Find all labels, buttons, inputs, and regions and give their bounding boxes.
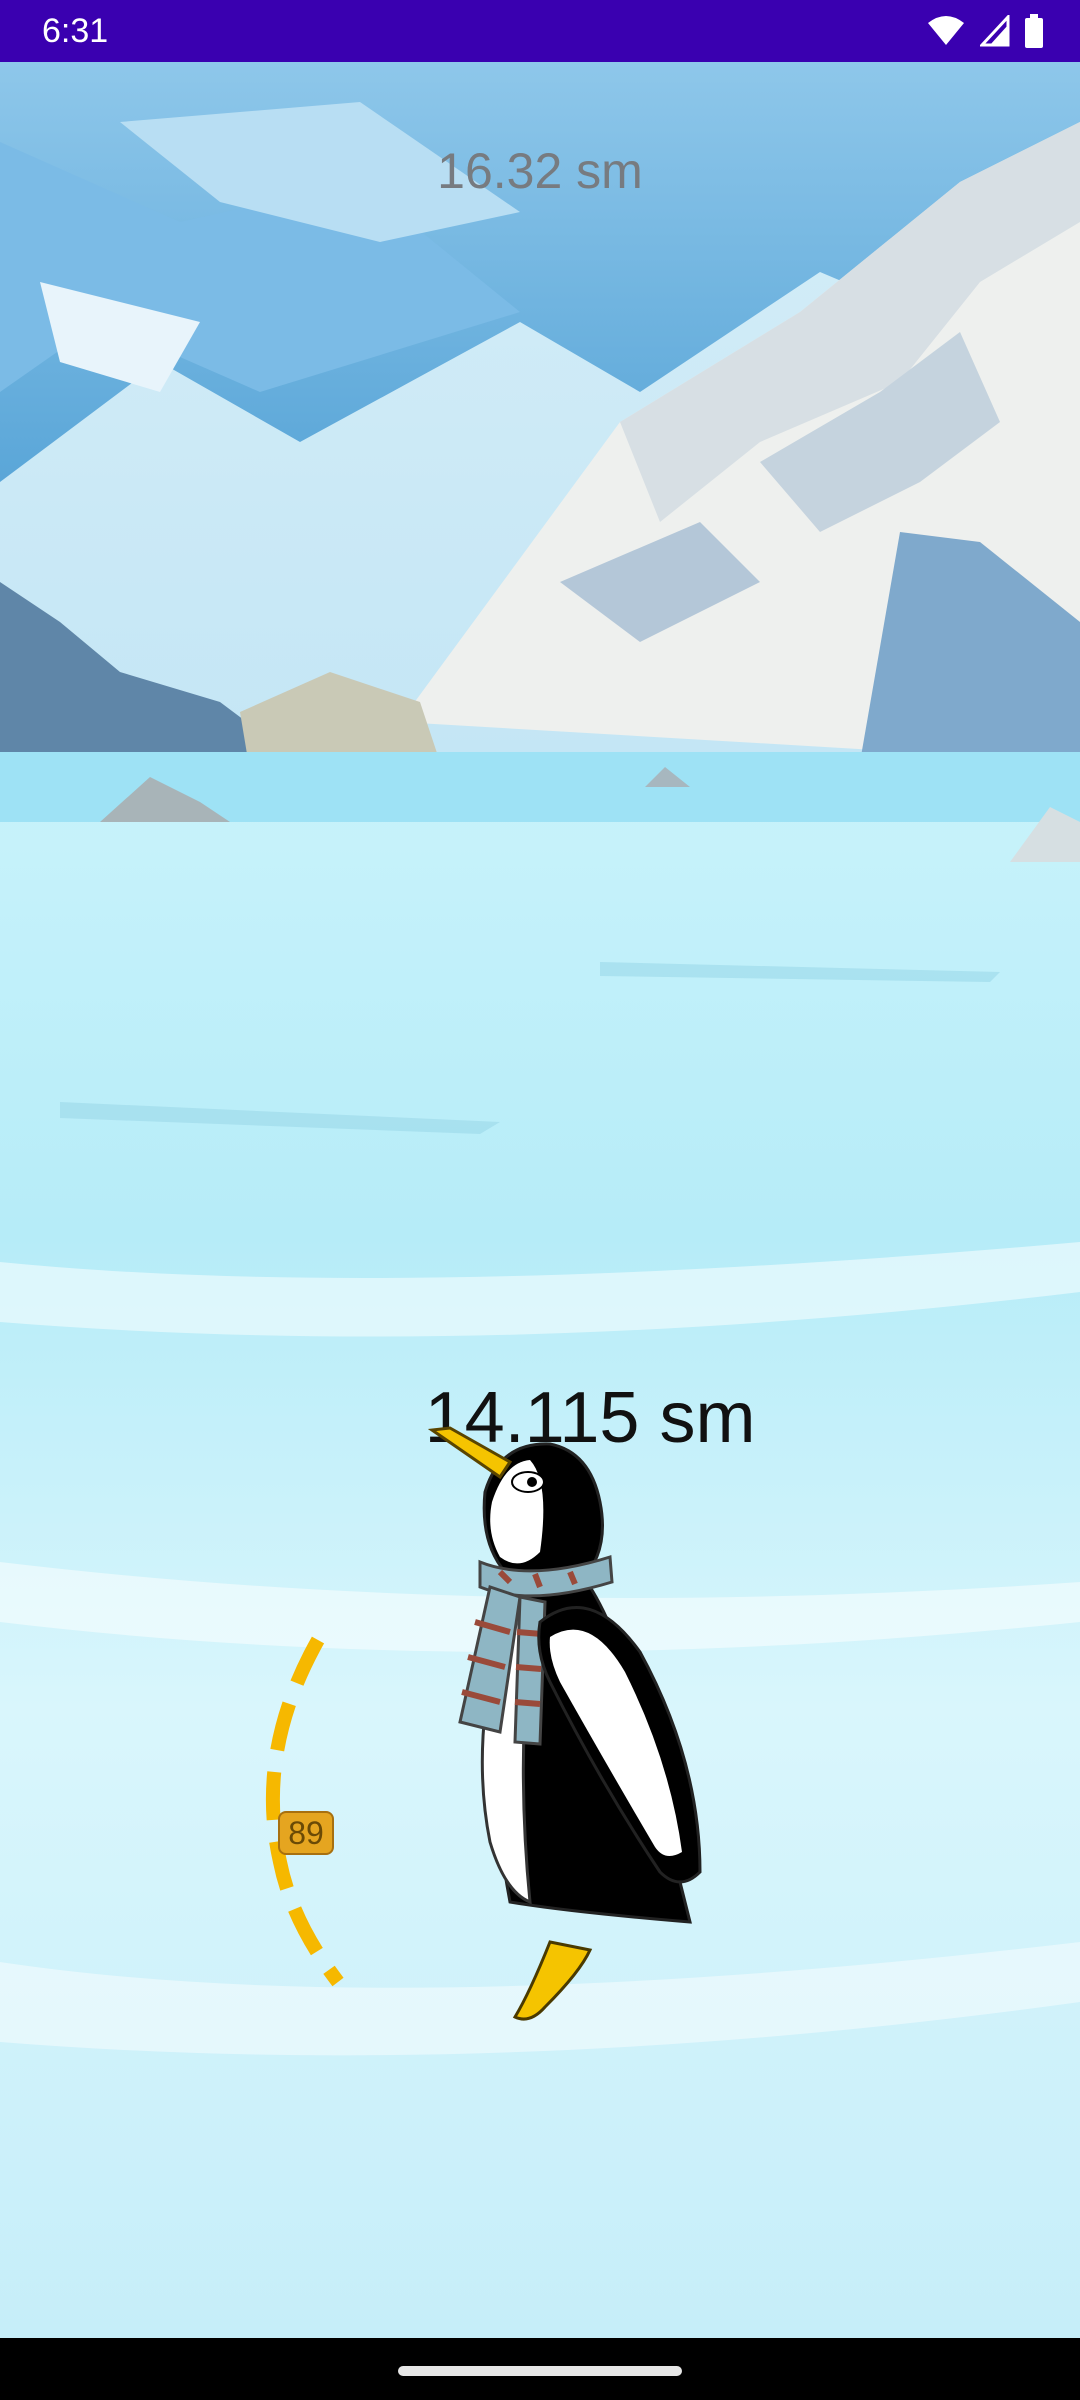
status-icons	[926, 14, 1044, 48]
game-scene[interactable]: 16.32 sm 14.115 sm 89	[0, 62, 1080, 2338]
status-time: 6:31	[42, 12, 109, 50]
launch-angle-badge: 89	[278, 1811, 334, 1855]
status-bar: 6:31	[0, 0, 1080, 62]
battery-icon	[1025, 14, 1043, 48]
signal-icon	[980, 15, 1010, 47]
home-gesture-handle[interactable]	[398, 2366, 682, 2376]
wifi-icon	[928, 16, 964, 45]
penguin-player[interactable]	[420, 1422, 720, 2022]
best-distance-label: 16.32 sm	[437, 143, 643, 199]
